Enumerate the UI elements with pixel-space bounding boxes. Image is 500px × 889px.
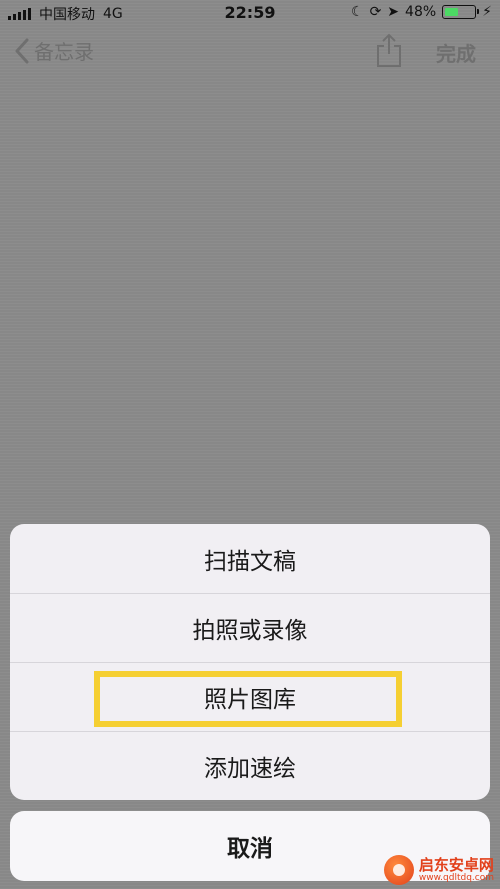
battery-icon — [442, 5, 480, 19]
back-label: 备忘录 — [34, 40, 94, 64]
watermark-title: 启东安卓网 — [418, 855, 494, 874]
status-bar: 中国移动 4G 22:59 ☾ ⟳ ➤ 48% ⚡ — [0, 0, 500, 26]
notes-screen: 中国移动 4G 22:59 ☾ ⟳ ➤ 48% ⚡ 备忘录 完成 扫描文稿 拍照… — [0, 0, 500, 889]
chevron-left-icon — [15, 38, 29, 63]
battery-percent: 48% — [405, 4, 437, 20]
take-photo-or-video-option[interactable]: 拍照或录像 — [10, 593, 490, 662]
add-sketch-option[interactable]: 添加速绘 — [10, 731, 490, 800]
location-icon: ➤ — [387, 4, 400, 20]
back-button[interactable]: 备忘录 — [14, 36, 94, 65]
moon-icon: ☾ — [351, 4, 364, 20]
watermark: 启东安卓网 www.qdltdq.com — [383, 855, 494, 885]
watermark-url: www.qdltdq.com — [418, 872, 494, 883]
scan-documents-option[interactable]: 扫描文稿 — [10, 524, 490, 593]
action-sheet: 扫描文稿 拍照或录像 照片图库 添加速绘 — [10, 524, 490, 800]
orientation-lock-icon: ⟳ — [369, 4, 382, 20]
photo-library-option[interactable]: 照片图库 — [10, 662, 490, 731]
watermark-logo-icon — [383, 855, 414, 885]
battery-fill — [445, 8, 459, 16]
charging-icon: ⚡ — [482, 4, 492, 20]
done-button[interactable]: 完成 — [436, 38, 476, 67]
share-icon[interactable] — [374, 32, 404, 68]
navigation-bar: 备忘录 完成 — [0, 28, 500, 74]
